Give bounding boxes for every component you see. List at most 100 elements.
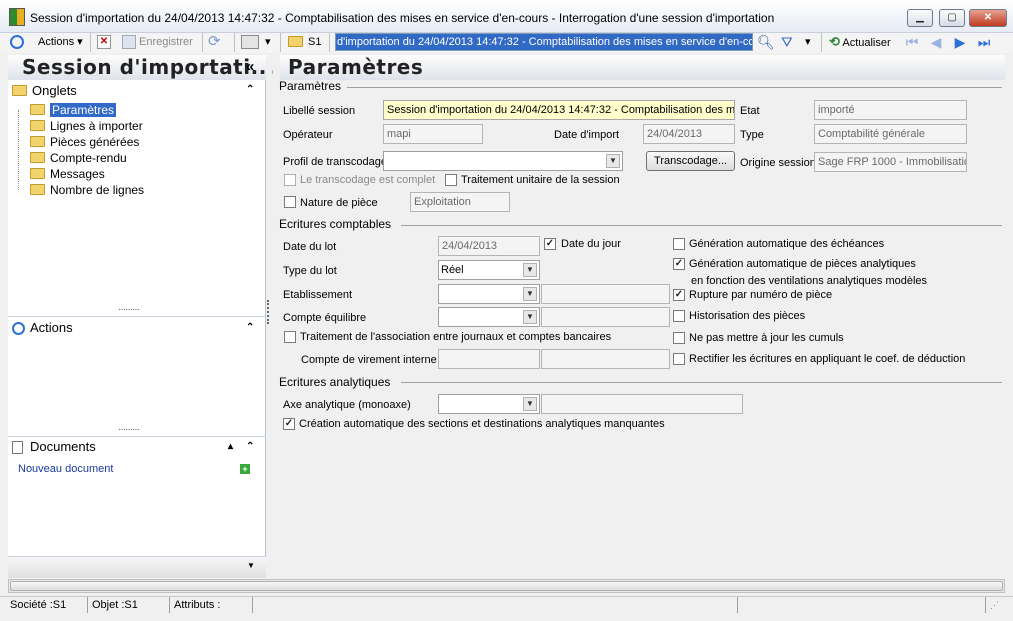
collapse-documents-icon[interactable]: ⌃ (246, 441, 254, 452)
refresh-button[interactable]: ⟲ Actualiser (829, 34, 891, 50)
operateur-field: mapi (383, 124, 483, 144)
save-icon (122, 35, 136, 50)
previous-record-icon[interactable]: ◀ (928, 34, 944, 50)
etablissement-select[interactable]: ▼ (438, 284, 540, 304)
print-dropdown[interactable]: ▾ (265, 34, 271, 50)
sync-icon[interactable]: ⟳ (208, 34, 221, 50)
close-button[interactable]: ✕ (969, 9, 1007, 27)
tab-parametres[interactable]: Paramètres (30, 102, 117, 118)
gen-echeances-checkbox[interactable] (673, 238, 685, 250)
actions-menu-label: Actions (38, 36, 75, 48)
resize-grip[interactable]: ········· (118, 424, 140, 435)
scroll-down-icon[interactable]: ▼ (247, 561, 255, 570)
tab-pieces-generees[interactable]: Pièces générées (30, 134, 139, 150)
target-icon (12, 322, 25, 336)
status-societe: Société :S1 (10, 599, 67, 611)
collapse-panel-icon[interactable]: « (246, 58, 254, 75)
chevron-down-icon: ▼ (606, 154, 620, 168)
folder-icon (30, 184, 45, 196)
left-panel-title: Session d'importati... (22, 55, 275, 79)
page-title-bar: Paramètres (280, 55, 1005, 80)
group-title-parametres: Paramètres (279, 79, 342, 93)
refresh-icon: ⟲ (829, 34, 840, 49)
compte-equilibre-select[interactable]: ▼ (438, 307, 540, 327)
tab-compte-rendu[interactable]: Compte-rendu (30, 150, 127, 166)
minimize-button[interactable]: ▁ (907, 9, 933, 27)
new-document-link[interactable]: Nouveau document (18, 463, 113, 475)
creation-auto-checkbox[interactable]: ✓ (283, 418, 295, 430)
search-input[interactable]: d'importation du 24/04/2013 14:47:32 - C… (335, 33, 753, 51)
onglets-section-header[interactable]: Onglets (12, 81, 262, 101)
collapse-actions-icon[interactable]: ⌃ (246, 322, 254, 333)
rectifier-label: Rectifier les écritures en appliquant le… (689, 353, 966, 365)
print-icon[interactable] (241, 34, 259, 50)
rupture-checkbox[interactable]: ✓ (673, 289, 685, 301)
etablissement-description (541, 284, 670, 304)
compte-virement-label: Compte de virement interne (301, 354, 437, 366)
first-record-icon[interactable]: ⏮ (904, 34, 920, 50)
delete-icon[interactable]: ✕ (97, 34, 111, 50)
origine-session-label: Origine session (740, 157, 816, 169)
compte-equilibre-label: Compte équilibre (283, 312, 367, 324)
gen-pieces-analytiques-checkbox[interactable]: ✓ (673, 258, 685, 270)
next-record-icon[interactable]: ▶ (952, 34, 968, 50)
folder-icon (30, 168, 45, 180)
window-title: Session d'importation du 24/04/2013 14:4… (30, 11, 775, 25)
etat-field: importé (814, 100, 967, 120)
axe-analytique-label: Axe analytique (monoaxe) (283, 399, 411, 411)
date-import-label: Date d'import (554, 129, 620, 141)
transcodage-complet-checkbox[interactable] (284, 174, 296, 186)
creation-auto-label: Création automatique des sections et des… (299, 418, 665, 430)
date-lot-field[interactable]: 24/04/2013 (438, 236, 540, 256)
status-bar (0, 596, 1013, 621)
save-button[interactable]: Enregistrer (122, 34, 193, 50)
type-lot-select[interactable]: Réel ▼ (438, 260, 540, 280)
filter-dropdown[interactable]: ▾ (805, 34, 811, 50)
chevron-down-icon: ▾ (265, 36, 271, 48)
actions-section-header[interactable]: Actions (12, 318, 262, 338)
collapse-onglets-icon[interactable]: ⌃ (246, 84, 254, 95)
tab-lignes-a-importer[interactable]: Lignes à importer (30, 118, 143, 134)
tab-messages[interactable]: Messages (30, 166, 105, 182)
actions-menu[interactable]: Actions ▾ (38, 34, 83, 50)
historisation-checkbox[interactable] (673, 310, 685, 322)
target-icon[interactable] (10, 34, 28, 50)
documents-section-header[interactable]: Documents (12, 437, 262, 457)
divider (8, 316, 266, 317)
chevron-down-icon: ▼ (523, 310, 537, 324)
search-icon[interactable]: 🔍︎ (757, 34, 775, 50)
resize-grip[interactable]: ········· (118, 304, 140, 315)
nature-piece-checkbox[interactable] (284, 196, 296, 208)
filter-icon[interactable]: ⛛ (781, 34, 793, 50)
folder-s1-button[interactable]: S1 (288, 34, 321, 50)
maximize-button[interactable]: ▢ (939, 9, 965, 27)
libelle-session-field[interactable]: Session d'importation du 24/04/2013 14:4… (383, 100, 735, 120)
last-record-icon[interactable]: ⏭ (976, 34, 992, 50)
scroll-up-icon[interactable]: ▴ (228, 441, 233, 452)
rectifier-checkbox[interactable] (673, 353, 685, 365)
folder-icon (30, 152, 45, 164)
tab-nombre-de-lignes[interactable]: Nombre de lignes (30, 182, 144, 198)
libelle-session-label: Libellé session (283, 105, 356, 117)
add-document-icon[interactable]: + (240, 464, 250, 474)
traitement-unitaire-checkbox[interactable] (445, 174, 457, 186)
splitter-grip[interactable] (267, 300, 269, 324)
transcodage-button[interactable]: Transcodage... (646, 151, 735, 171)
traitement-association-checkbox[interactable] (284, 331, 296, 343)
profil-transcodage-select[interactable]: ▼ (383, 151, 623, 171)
status-separator (169, 597, 170, 613)
tab-label: Lignes à importer (50, 119, 143, 133)
scrollbar-thumb[interactable] (10, 581, 1003, 591)
etablissement-label: Etablissement (283, 289, 353, 301)
chevron-down-icon: ▼ (523, 287, 537, 301)
left-panel-header: Session d'importati... (8, 55, 274, 80)
toolbar-separator (821, 33, 822, 52)
resize-grip-icon[interactable]: ⋰ (990, 600, 999, 611)
status-separator (252, 597, 253, 613)
axe-analytique-select[interactable]: ▼ (438, 394, 540, 414)
ne-pas-maj-cumuls-checkbox[interactable] (673, 332, 685, 344)
date-jour-checkbox[interactable]: ✓ (544, 238, 556, 250)
toolbar-separator (202, 33, 203, 52)
tab-label: Paramètres (50, 103, 117, 117)
toolbar-separator (280, 33, 281, 52)
